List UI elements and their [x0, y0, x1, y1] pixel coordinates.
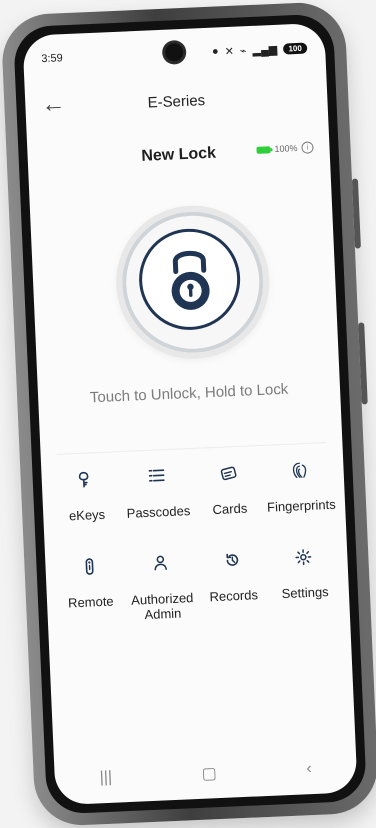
action-label: eKeys: [68, 506, 106, 524]
unlock-button[interactable]: [112, 202, 273, 363]
records-icon: [222, 550, 243, 571]
unlock-instructions: Touch to Unlock, Hold to Lock: [89, 380, 289, 407]
side-button: [351, 178, 361, 249]
android-nav-bar: ||| ▢ ‹: [54, 748, 357, 799]
lock-battery-status: 100% i: [256, 141, 314, 155]
status-icons: ● ✕ ⌁ ▂▄▆ 100: [212, 41, 308, 58]
action-authorized-admin[interactable]: Authorized Admin: [125, 552, 199, 623]
action-label: Authorized Admin: [130, 590, 194, 623]
padlock-icon: [171, 250, 210, 310]
info-icon[interactable]: i: [301, 141, 314, 154]
authorized-admin-icon: [150, 553, 171, 574]
action-settings[interactable]: Settings: [267, 546, 341, 617]
action-ekeys[interactable]: eKeys: [49, 468, 123, 524]
battery-icon: [256, 145, 271, 154]
action-records[interactable]: Records: [196, 549, 270, 620]
action-label: Settings: [281, 584, 329, 602]
action-fingerprints[interactable]: Fingerprints: [264, 459, 338, 515]
app-screen: 3:59 ● ✕ ⌁ ▂▄▆ 100 ← E-Series New Lock 1…: [22, 22, 358, 806]
page-title: E-Series: [147, 91, 206, 112]
lock-name: New Lock: [141, 144, 217, 165]
battery-status-icon: 100: [282, 42, 308, 55]
unlock-ring: [136, 226, 243, 333]
action-label: Remote: [67, 593, 114, 611]
action-passcodes[interactable]: Passcodes: [121, 465, 195, 521]
phone-frame: 3:59 ● ✕ ⌁ ▂▄▆ 100 ← E-Series New Lock 1…: [0, 0, 376, 828]
phone-bezel: 3:59 ● ✕ ⌁ ▂▄▆ 100 ← E-Series New Lock 1…: [12, 13, 368, 815]
lock-battery-percent: 100%: [274, 143, 298, 155]
ekey-icon: [75, 469, 96, 490]
remote-icon: [79, 556, 100, 577]
card-icon: [218, 463, 239, 484]
action-label: Passcodes: [126, 503, 191, 521]
record-icon: ●: [211, 45, 219, 58]
status-bar: 3:59 ● ✕ ⌁ ▂▄▆ 100: [22, 23, 326, 84]
side-button: [358, 322, 368, 405]
phone-mockup: 3:59 ● ✕ ⌁ ▂▄▆ 100 ← E-Series New Lock 1…: [0, 0, 376, 828]
status-time: 3:59: [41, 52, 64, 66]
action-cards[interactable]: Cards: [192, 462, 266, 518]
action-label: Fingerprints: [266, 496, 336, 515]
mute-icon: ✕: [224, 45, 235, 58]
signal-icon: ▂▄▆: [252, 43, 278, 57]
section-divider: [56, 442, 327, 455]
fingerprint-icon: [289, 460, 310, 481]
settings-icon: [293, 547, 314, 568]
front-camera: [164, 42, 184, 62]
wifi-icon: ⌁: [239, 44, 247, 57]
app-header: ← E-Series: [25, 77, 328, 126]
action-label: Cards: [212, 500, 248, 518]
action-label: Records: [209, 587, 259, 605]
back-nav-icon[interactable]: ‹: [306, 760, 312, 778]
lock-header: New Lock 100% i: [27, 137, 330, 174]
home-icon[interactable]: ▢: [201, 763, 217, 784]
action-remote[interactable]: Remote: [53, 555, 127, 626]
recent-apps-icon[interactable]: |||: [99, 769, 112, 788]
passcodes-icon: [147, 466, 168, 487]
lock-actions-grid: eKeys Passcodes Cards Fingerprints Remot…: [49, 459, 341, 626]
back-icon[interactable]: ←: [41, 90, 66, 118]
